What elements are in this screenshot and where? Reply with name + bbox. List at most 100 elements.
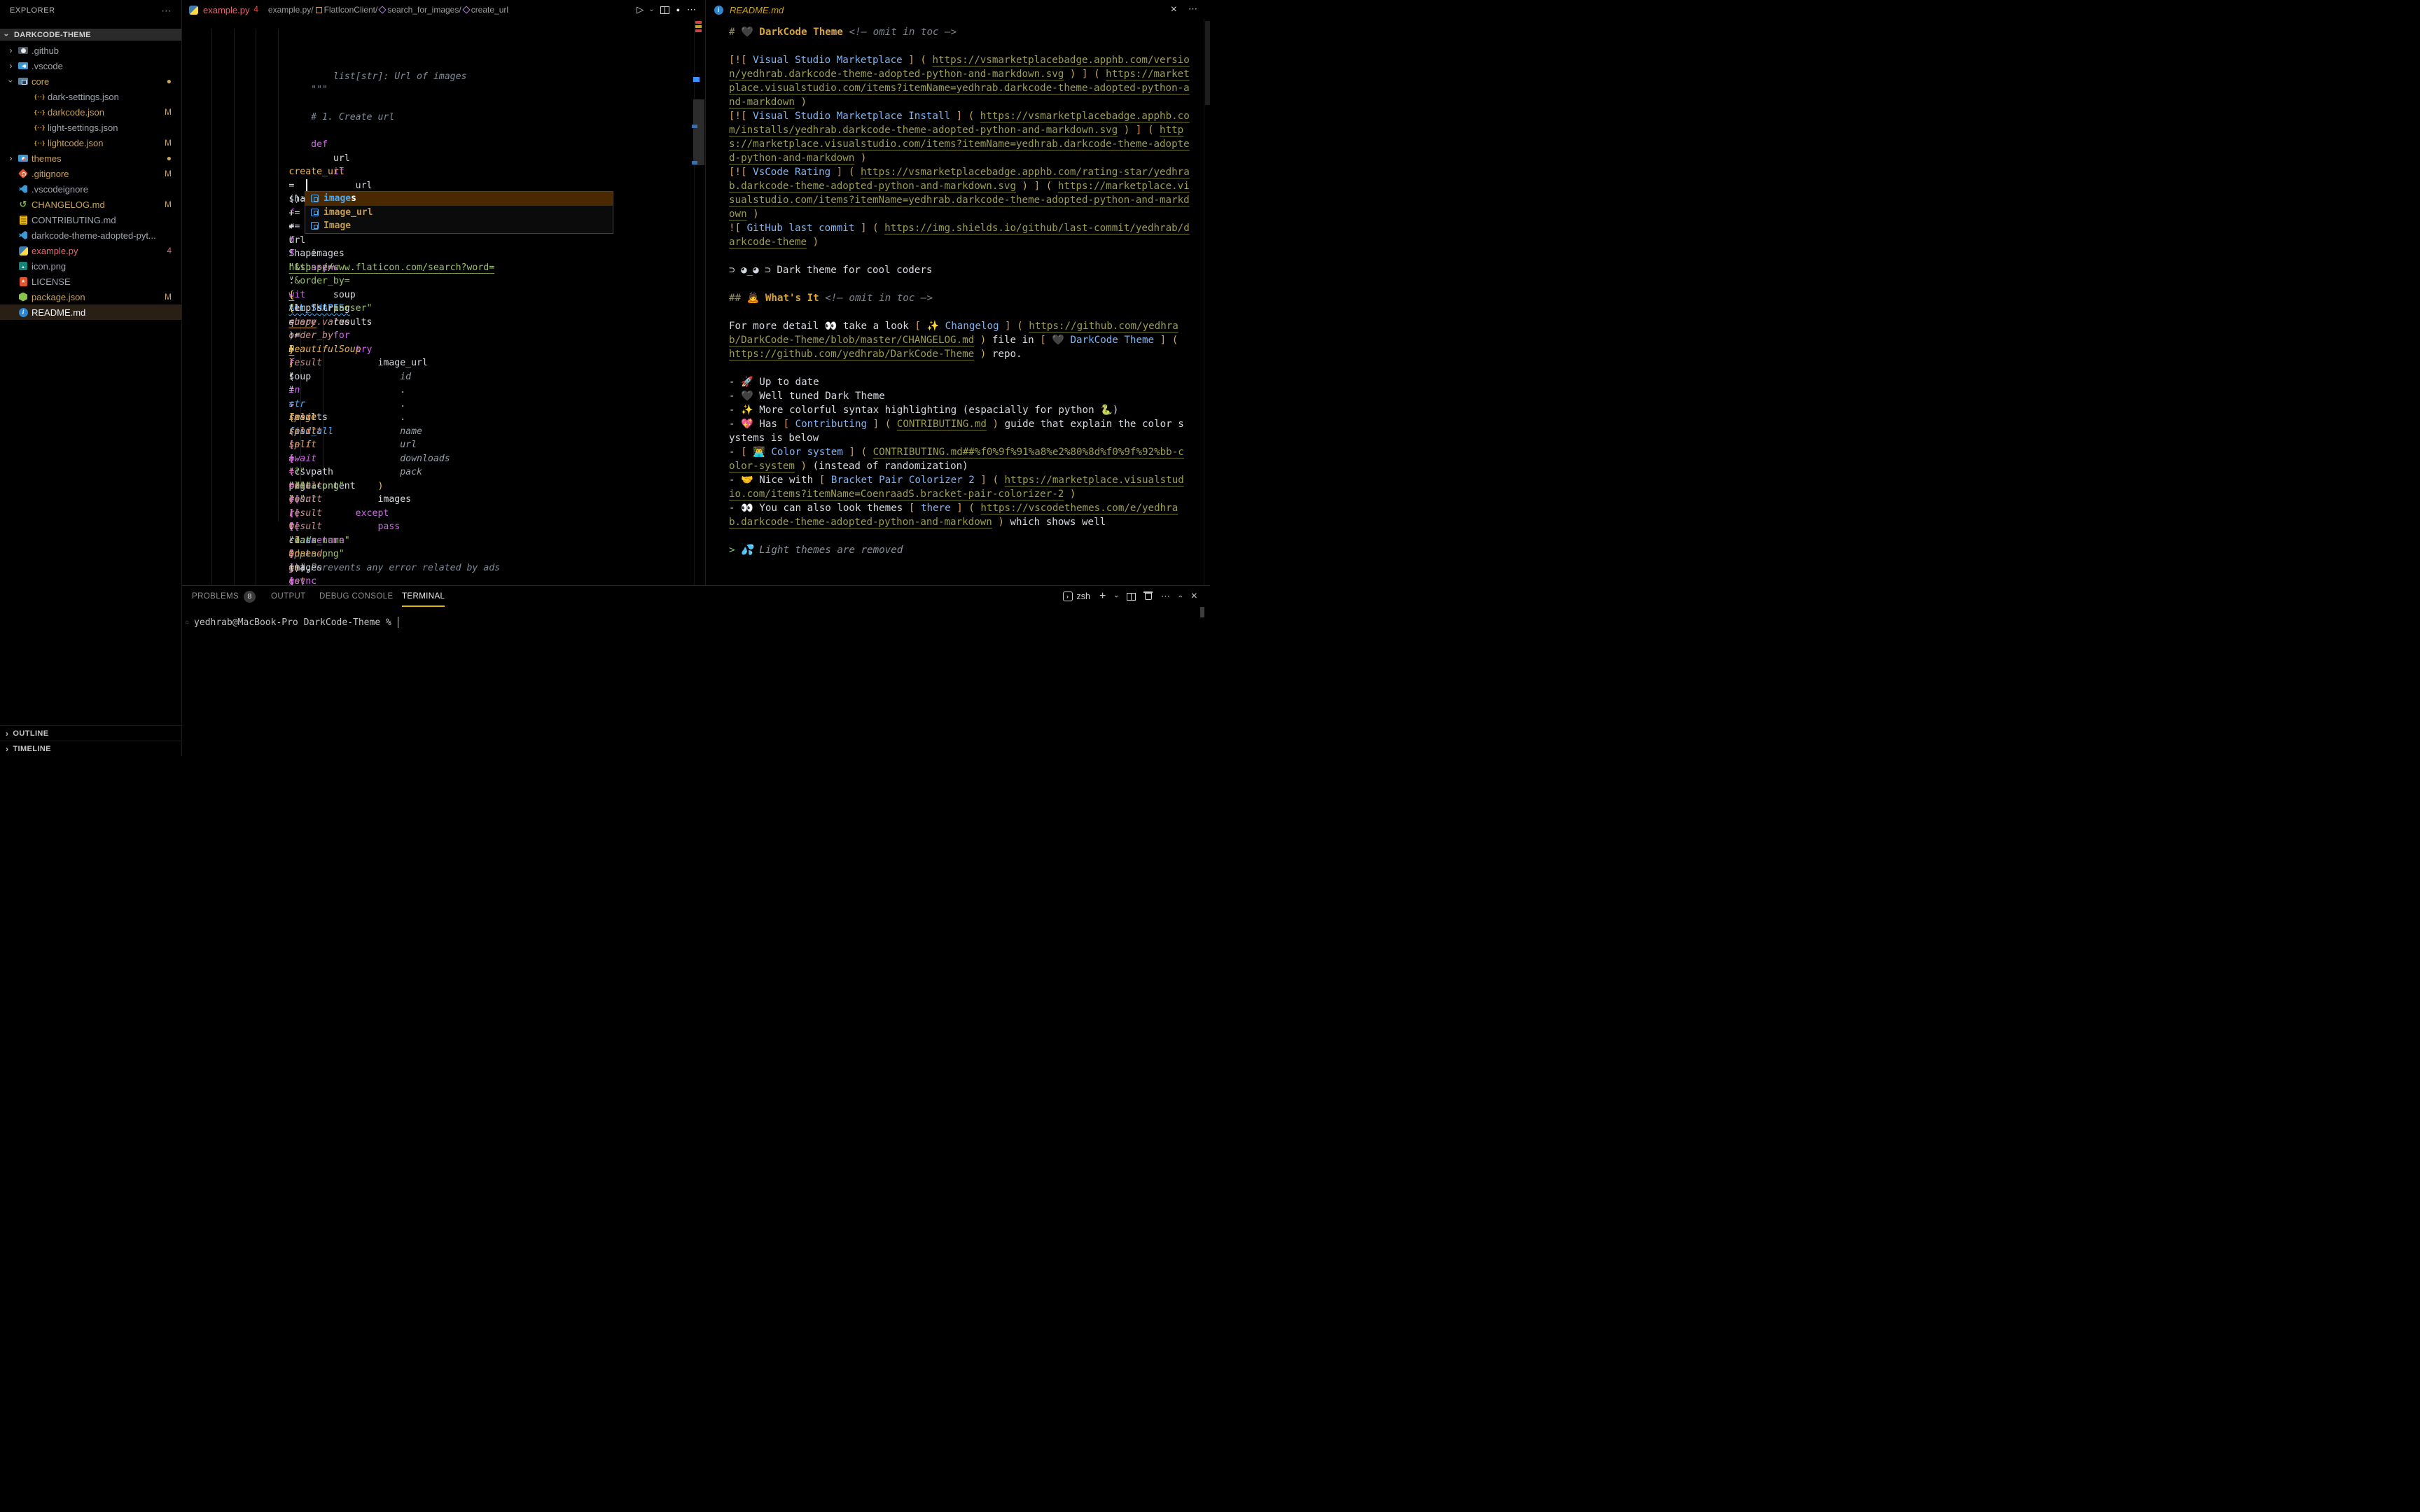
info-marker — [692, 161, 697, 164]
file-row[interactable]: example.py 4 — [0, 243, 181, 258]
new-terminal-icon[interactable]: + — [1099, 590, 1106, 603]
shell-name[interactable]: zsh — [1077, 592, 1090, 601]
run-python-file-icon[interactable]: ▷ — [637, 4, 644, 15]
suggestion-variable-icon — [311, 195, 319, 202]
project-section-header[interactable]: › DARKCODE-THEME — [0, 29, 181, 41]
markdown-line: [![ Visual Studio Marketplace ] ( https:… — [729, 53, 1190, 109]
md-token: there — [921, 503, 951, 514]
timeline-section[interactable]: › TIMELINE — [0, 741, 181, 756]
image-icon — [18, 260, 29, 272]
preview-more-icon[interactable]: ⋯ — [1188, 4, 1197, 16]
vscode-icon — [18, 183, 29, 195]
command-decoration-icon: ○ — [185, 619, 189, 626]
code-token: def — [288, 139, 333, 150]
md-token: [![ — [729, 111, 747, 122]
editor-pane: example.py 4 example.py/ FlatIconClient/… — [182, 0, 704, 585]
python-icon — [188, 4, 199, 15]
md-token: Bracket Pair Colorizer 2 — [831, 475, 975, 486]
code-token: url — [288, 153, 355, 164]
file-row[interactable]: light-settings.json — [0, 120, 181, 135]
scrollbar-slider[interactable] — [693, 99, 704, 165]
file-row[interactable]: › .vscode — [0, 58, 181, 74]
file-row[interactable]: › .github — [0, 43, 181, 58]
panel-tab[interactable]: TERMINAL — [402, 586, 445, 607]
markdown-content[interactable]: # 🖤 DarkCode Theme <!— omit in toc —> [!… — [729, 25, 1190, 571]
markdown-line: [![ Visual Studio Marketplace Install ] … — [729, 109, 1190, 165]
file-row[interactable]: dark-settings.json — [0, 89, 181, 104]
history-icon — [18, 199, 29, 210]
scrollbar-slider[interactable] — [1205, 21, 1210, 105]
file-row[interactable]: README.md — [0, 304, 181, 320]
md-token: ( — [1046, 181, 1052, 192]
json-icon — [34, 122, 45, 133]
breadcrumb-file[interactable]: example.py/ — [268, 5, 314, 15]
markdown-line: - [ 👨‍💻 Color system ] ( CONTRIBUTING.md… — [729, 445, 1190, 473]
breadcrumb-method[interactable]: search_for_images/ — [387, 5, 461, 15]
preview-tab-label[interactable]: README.md — [730, 5, 784, 15]
markdown-line: ![ GitHub last commit ] ( https://img.sh… — [729, 221, 1190, 249]
file-row[interactable]: CHANGELOG.md M — [0, 197, 181, 212]
file-row[interactable]: lightcode.json M — [0, 135, 181, 150]
panel-tabs: PROBLEMS 8 OUTPUT DEBUG CONSOLE TERMINAL — [182, 586, 1210, 608]
info-icon — [713, 4, 724, 15]
split-terminal-icon[interactable] — [1127, 593, 1136, 601]
panel-more-icon[interactable]: ⋯ — [1161, 591, 1170, 602]
kill-terminal-icon[interactable] — [1145, 593, 1152, 600]
split-editor-icon[interactable] — [660, 6, 669, 14]
panel-tab[interactable]: OUTPUT — [271, 586, 306, 607]
file-name: CONTRIBUTING.md — [32, 215, 116, 225]
code-token: images — [288, 494, 411, 505]
close-panel-icon[interactable]: × — [1191, 590, 1197, 603]
editor-more-icon[interactable]: ⋯ — [687, 4, 696, 15]
unsaved-dot-icon[interactable]: ● — [676, 6, 680, 13]
file-row[interactable]: .gitignore M — [0, 166, 181, 181]
file-badge: 4 — [167, 246, 172, 255]
md-token: ) — [1070, 69, 1076, 80]
terminal-shell-icon[interactable] — [1063, 592, 1073, 601]
close-icon[interactable]: × — [1171, 4, 1177, 16]
markdown-line: ## 🙇 What's It <!— omit in toc —> — [729, 291, 1190, 305]
suggestion-item[interactable]: images — [305, 192, 613, 206]
md-token: [ — [741, 447, 747, 458]
panel-tab[interactable]: DEBUG CONSOLE — [319, 586, 394, 607]
info-marker — [692, 125, 697, 128]
md-token: Visual Studio Marketplace Install — [753, 111, 950, 122]
run-dropdown-chevron-icon[interactable]: › — [648, 8, 655, 10]
md-token: [ — [1040, 335, 1046, 346]
code-area[interactable]: list[str]: Url of images """ # 1. Create… — [182, 29, 704, 585]
explorer-more-icon[interactable]: ⋯ — [161, 5, 172, 17]
code-token: # 1. Create url — [288, 112, 394, 122]
code-token: url — [288, 235, 305, 246]
terminal-cursor — [398, 617, 399, 628]
file-row[interactable]: darkcode.json M — [0, 104, 181, 120]
file-row[interactable]: icon.png — [0, 258, 181, 274]
timeline-label: TIMELINE — [13, 745, 51, 753]
file-name: example.py — [32, 246, 78, 256]
maximize-panel-icon[interactable]: › — [1176, 595, 1185, 598]
suggestion-item[interactable]: Image — [305, 219, 613, 233]
file-row[interactable]: .vscodeignore — [0, 181, 181, 197]
md-token: [ — [909, 503, 915, 514]
breadcrumb[interactable]: example.py/ FlatIconClient/ search_for_i… — [268, 5, 508, 15]
file-row[interactable]: › core ● — [0, 74, 181, 89]
file-row[interactable]: package.json M — [0, 289, 181, 304]
panel-tab-label: PROBLEMS — [192, 592, 239, 601]
folder-core-icon — [18, 76, 29, 87]
code-token: async — [288, 576, 322, 585]
editor-tab-label[interactable]: example.py — [203, 5, 249, 15]
md-token: ( — [968, 503, 975, 514]
breadcrumb-class[interactable]: FlatIconClient/ — [324, 5, 378, 15]
panel-tab[interactable]: PROBLEMS 8 — [192, 586, 256, 607]
file-row[interactable]: CONTRIBUTING.md — [0, 212, 181, 227]
terminal-prompt-line[interactable]: ○ yedhrab@MacBook-Pro DarkCode-Theme % — [185, 617, 398, 628]
suggestion-item[interactable]: image_url — [305, 206, 613, 220]
md-token: ] — [837, 167, 843, 178]
file-row[interactable]: › themes ● — [0, 150, 181, 166]
terminal-scrollbar[interactable] — [1200, 607, 1204, 617]
file-row[interactable]: LICENSE — [0, 274, 181, 289]
file-row[interactable]: darkcode-theme-adopted-pyt... — [0, 227, 181, 243]
terminal-dropdown-chevron-icon[interactable]: › — [1112, 595, 1120, 598]
breadcrumb-method[interactable]: create_url — [471, 5, 508, 15]
outline-section[interactable]: › OUTLINE — [0, 725, 181, 741]
file-badge: M — [165, 200, 172, 209]
